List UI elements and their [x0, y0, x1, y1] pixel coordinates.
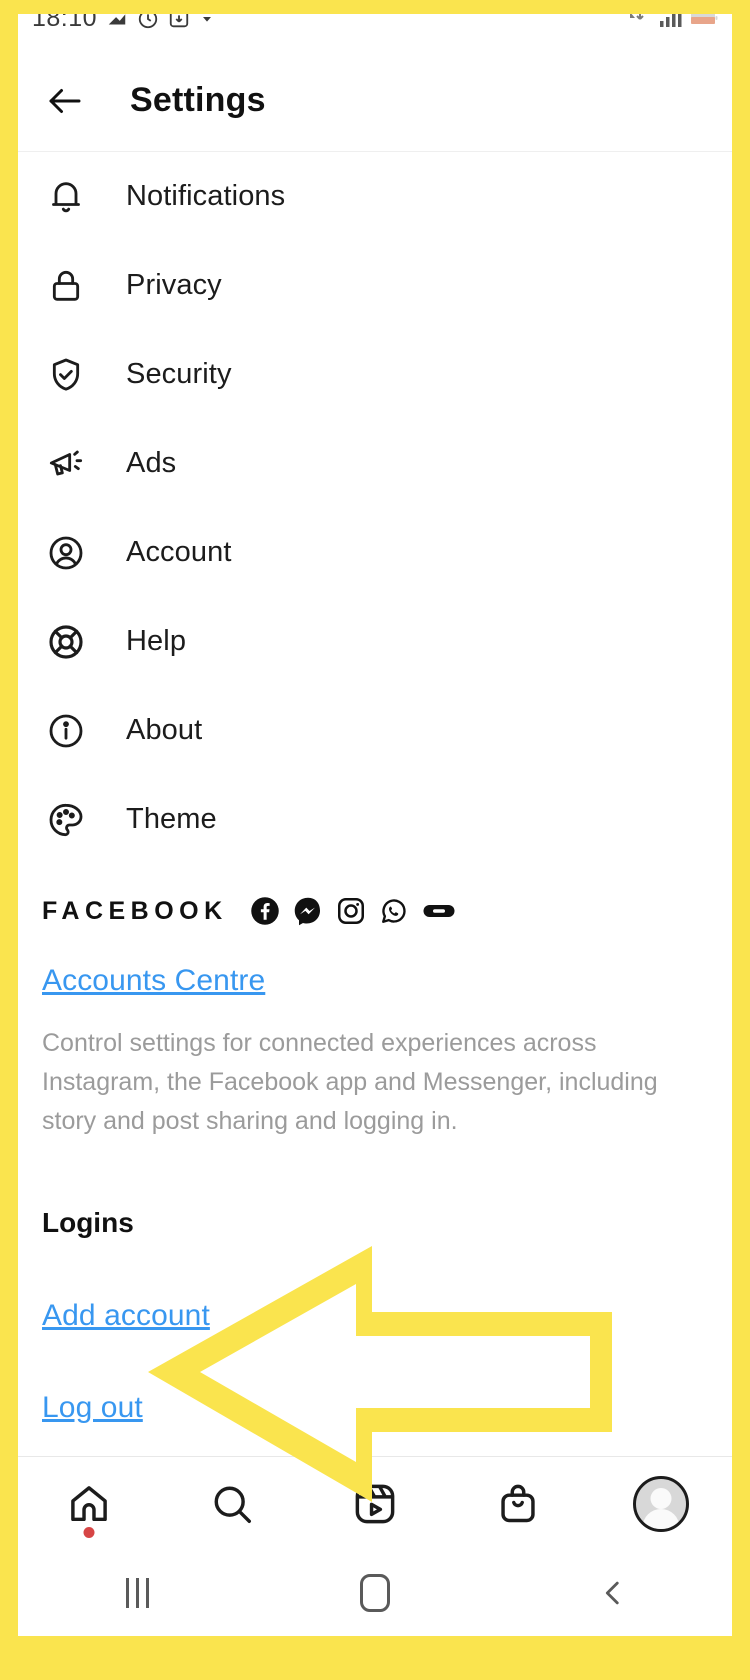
settings-item-theme[interactable]: Theme — [18, 775, 732, 864]
signal-bars-icon — [660, 14, 682, 27]
settings-item-ads[interactable]: Ads — [18, 419, 732, 508]
facebook-brand-row: FACEBOOK — [42, 888, 708, 934]
mobile-data-icon — [630, 14, 644, 20]
instagram-icon — [337, 897, 364, 924]
annotated-screenshot-frame: 18:10 Settings Notifications Privacy Sec… — [0, 0, 750, 1680]
tab-shop[interactable] — [471, 1464, 565, 1544]
facebook-icon — [250, 897, 279, 925]
battery-icon — [691, 14, 718, 24]
back-chevron-icon — [605, 1581, 619, 1605]
logins-heading: Logins — [42, 1207, 134, 1238]
settings-item-label: Security — [126, 358, 232, 390]
home-square-icon — [360, 1574, 390, 1612]
settings-item-notifications[interactable]: Notifications — [18, 152, 732, 241]
settings-item-about[interactable]: About — [18, 686, 732, 775]
settings-item-label: Notifications — [126, 180, 286, 212]
home-notification-badge — [83, 1526, 95, 1538]
life-ring-icon — [42, 618, 90, 666]
facebook-section-description: Control settings for connected experienc… — [42, 1029, 658, 1135]
shopping-bag-icon — [501, 1484, 535, 1522]
info-circle-icon — [42, 707, 90, 755]
dropdown-icon — [203, 16, 212, 22]
accounts-centre-link[interactable]: Accounts Centre — [42, 964, 708, 998]
page-header: Settings — [18, 50, 732, 152]
home-icon — [71, 1485, 108, 1521]
settings-item-account[interactable]: Account — [18, 508, 732, 597]
log-out-link[interactable]: Log out — [42, 1391, 708, 1425]
search-icon — [214, 1486, 252, 1523]
bottom-tab-bar — [18, 1456, 732, 1550]
back-button[interactable] — [42, 78, 88, 124]
status-time: 18:10 — [32, 14, 98, 32]
settings-item-help[interactable]: Help — [18, 597, 732, 686]
facebook-section: FACEBOOK Accounts Centre Control setting… — [18, 864, 732, 1141]
reels-icon — [355, 1484, 395, 1523]
system-back-button[interactable] — [558, 1563, 668, 1623]
avatar-icon — [632, 1475, 689, 1532]
status-bar-right — [628, 14, 718, 28]
settings-item-label: Theme — [126, 803, 217, 835]
system-navigation-bar — [18, 1550, 732, 1636]
portal-icon — [423, 905, 455, 917]
recents-button[interactable] — [82, 1563, 192, 1623]
settings-item-label: Help — [126, 625, 187, 657]
avatar-body — [642, 1508, 680, 1529]
shield-check-icon — [42, 351, 90, 399]
person-circle-icon — [42, 529, 90, 577]
status-bar-left: 18:10 — [32, 14, 215, 33]
download-icon — [169, 14, 189, 27]
settings-item-label: Ads — [126, 447, 177, 479]
status-bar: 18:10 — [18, 14, 732, 50]
facebook-app-icons — [250, 896, 456, 926]
system-home-button[interactable] — [320, 1563, 430, 1623]
bell-icon — [42, 173, 90, 221]
add-account-link[interactable]: Add account — [42, 1299, 708, 1333]
settings-list: Notifications Privacy Security Ads Accou… — [18, 152, 732, 864]
tab-reels[interactable] — [328, 1464, 422, 1544]
tab-profile[interactable] — [614, 1464, 708, 1544]
facebook-wordmark: FACEBOOK — [42, 896, 228, 925]
messenger-icon — [294, 897, 320, 926]
palette-icon — [42, 796, 90, 844]
whatsapp-icon — [381, 899, 406, 923]
tab-search[interactable] — [185, 1464, 279, 1544]
settings-item-privacy[interactable]: Privacy — [18, 241, 732, 330]
clock-icon — [138, 14, 158, 28]
logins-section: Logins Add account Log out — [18, 1207, 732, 1425]
avatar-head — [650, 1487, 672, 1509]
settings-item-label: About — [126, 714, 203, 746]
settings-item-label: Account — [126, 536, 232, 568]
back-arrow-icon — [49, 88, 81, 113]
lock-icon — [42, 262, 90, 310]
settings-item-security[interactable]: Security — [18, 330, 732, 419]
page-title: Settings — [130, 81, 266, 119]
phone-screen: 18:10 Settings Notifications Privacy Sec… — [18, 14, 732, 1636]
tab-home[interactable] — [42, 1464, 136, 1544]
photos-icon — [108, 14, 126, 24]
recents-icon — [125, 1578, 149, 1608]
settings-item-label: Privacy — [126, 269, 222, 301]
megaphone-icon — [42, 440, 90, 488]
